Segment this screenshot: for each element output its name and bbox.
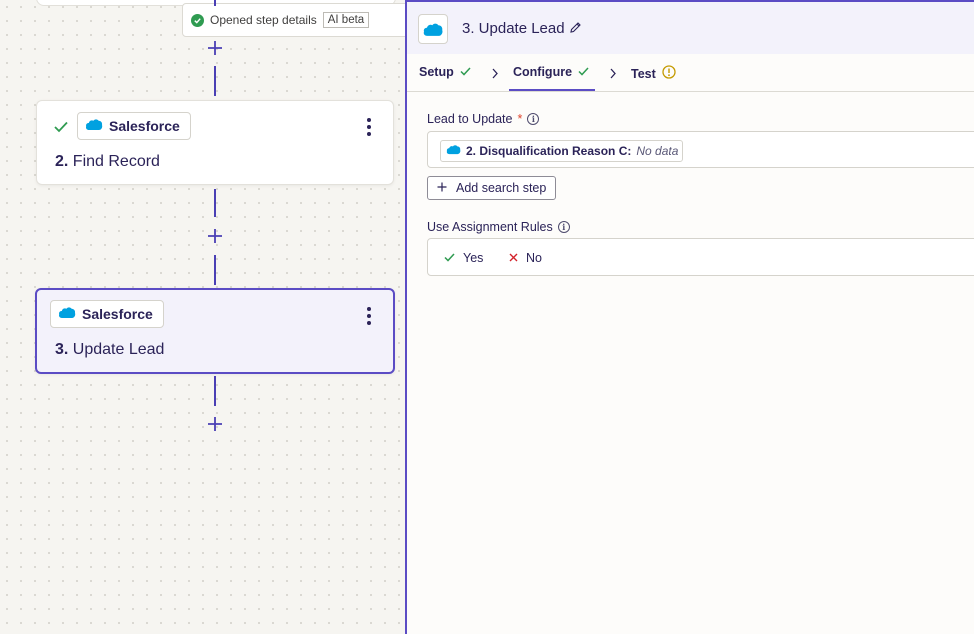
use-assignment-rules-field: Yes No — [427, 238, 974, 276]
tab-configure[interactable]: Configure — [513, 65, 589, 79]
chevron-right-icon — [491, 66, 499, 84]
workflow-canvas[interactable]: Opened step details AI beta Salesforce 2… — [0, 0, 405, 634]
step-card-find-record[interactable]: Salesforce 2. Find Record — [36, 100, 394, 185]
lead-to-update-field[interactable]: 2. Disqualification Reason C: No data — [427, 131, 974, 168]
edit-pencil-icon[interactable] — [569, 21, 582, 39]
tab-label: Test — [631, 66, 656, 81]
add-search-step-label: Add search step — [456, 181, 547, 195]
step-tabs: Setup Configure Test — [407, 54, 974, 92]
salesforce-cloud-icon — [446, 144, 461, 158]
mapped-field-pill[interactable]: 2. Disqualification Reason C: No data — [440, 140, 684, 162]
salesforce-logo-icon — [418, 14, 448, 44]
mapped-field-label: 2. Disqualification Reason C: — [466, 144, 632, 158]
required-asterisk: * — [517, 112, 523, 126]
toast-text: Opened step details — [210, 13, 317, 27]
step-name: Update Lead — [72, 341, 165, 358]
toast-notification: Opened step details AI beta — [182, 3, 405, 37]
tab-label: Configure — [513, 65, 573, 79]
use-assignment-rules-label: Use Assignment Rules i — [427, 220, 570, 234]
step-menu-kebab-icon[interactable] — [364, 305, 374, 327]
tab-test[interactable]: Test — [631, 65, 676, 82]
step-name: Find Record — [72, 153, 160, 170]
step-menu-kebab-icon[interactable] — [364, 116, 374, 138]
option-yes[interactable]: Yes — [444, 251, 483, 265]
connector-line — [214, 0, 216, 6]
app-badge-salesforce: Salesforce — [50, 300, 164, 328]
step-complete-check-icon — [54, 120, 68, 138]
mapped-field-value: No data — [636, 144, 679, 158]
connector-line — [214, 255, 216, 285]
ai-beta-badge: AI beta — [322, 12, 370, 28]
app-name: Salesforce — [82, 306, 153, 322]
info-icon[interactable]: i — [527, 113, 540, 125]
active-tab-indicator — [509, 89, 595, 91]
chevron-right-icon — [609, 66, 617, 84]
step-title: 3. Update Lead — [55, 341, 164, 359]
connector-line — [214, 66, 216, 96]
step-details-panel: 3. Update Lead Setup Configure Test Lead… — [405, 0, 974, 634]
option-label: No — [526, 251, 542, 265]
step-title: 2. Find Record — [55, 153, 160, 171]
step-number: 2. — [55, 153, 69, 170]
info-icon[interactable]: i — [557, 221, 570, 233]
connector-line — [214, 189, 216, 217]
step-number: 3. — [55, 341, 69, 358]
field-label-text: Lead to Update — [427, 112, 513, 126]
panel-header: 3. Update Lead — [407, 0, 974, 54]
warning-circle-icon — [662, 65, 676, 82]
connector-line — [214, 376, 216, 406]
tab-setup[interactable]: Setup — [419, 65, 471, 79]
salesforce-cloud-icon — [85, 118, 103, 134]
add-step-plus-icon[interactable] — [205, 414, 225, 434]
lead-to-update-label: Lead to Update * i — [427, 112, 540, 126]
salesforce-cloud-icon — [58, 306, 76, 322]
success-check-icon — [191, 13, 204, 27]
option-no[interactable]: No — [509, 251, 542, 265]
step-card-update-lead[interactable]: Salesforce 3. Update Lead — [35, 288, 395, 374]
x-icon — [509, 251, 518, 265]
add-search-step-button[interactable]: Add search step — [427, 176, 557, 200]
field-label-text: Use Assignment Rules — [427, 220, 553, 234]
option-label: Yes — [463, 251, 484, 265]
add-step-plus-icon[interactable] — [205, 38, 225, 58]
add-step-plus-icon[interactable] — [205, 226, 225, 246]
panel-title: 3. Update Lead — [462, 20, 565, 37]
tab-label: Setup — [419, 65, 454, 79]
app-badge-salesforce: Salesforce — [77, 112, 191, 140]
tab-check-icon — [460, 65, 471, 79]
plus-icon — [437, 181, 447, 195]
check-icon — [444, 251, 455, 265]
tab-check-icon — [578, 65, 589, 79]
app-name: Salesforce — [109, 118, 180, 134]
